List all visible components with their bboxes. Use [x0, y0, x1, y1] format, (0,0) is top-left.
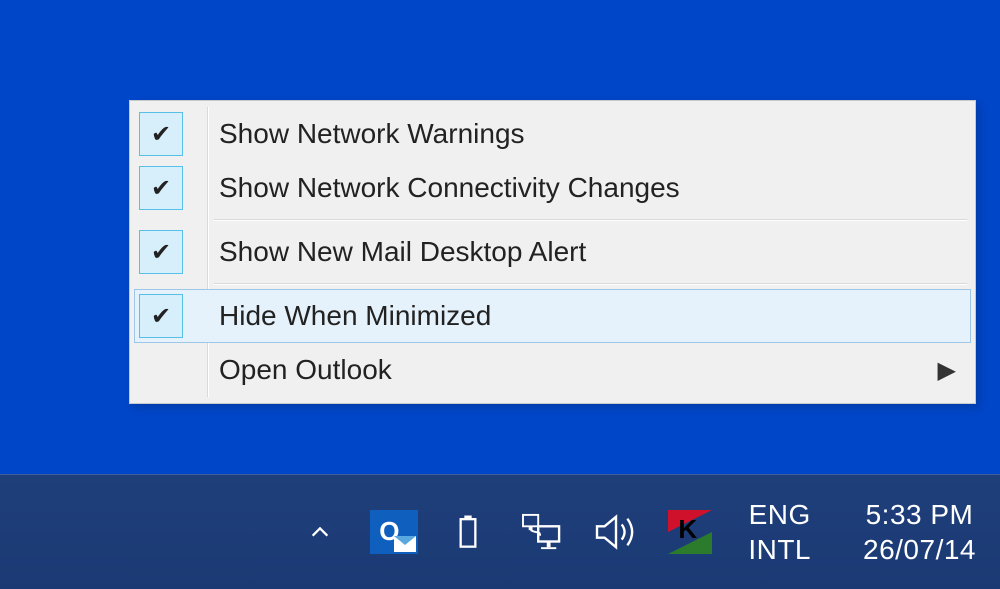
menu-item-show-network-connectivity-changes[interactable]: ✔ Show Network Connectivity Changes: [134, 161, 971, 215]
kaspersky-tray-icon[interactable]: K: [666, 508, 714, 556]
language-indicator[interactable]: ENG INTL: [748, 497, 811, 567]
network-tray-icon[interactable]: [518, 508, 566, 556]
menu-label: Open Outlook: [219, 354, 938, 386]
kaspersky-icon: K: [668, 510, 712, 554]
menu-separator: [214, 219, 967, 221]
tray-icons: O: [296, 508, 714, 556]
volume-icon: [593, 513, 639, 551]
volume-tray-icon[interactable]: [592, 508, 640, 556]
menu-label: Show Network Warnings: [219, 118, 970, 150]
network-icon: [519, 513, 565, 551]
clock-date: 26/07/14: [863, 532, 976, 567]
chevron-up-icon: [309, 521, 331, 543]
menu-label: Show New Mail Desktop Alert: [219, 236, 970, 268]
submenu-arrow-icon: ▶: [938, 356, 956, 385]
menu-item-hide-when-minimized[interactable]: ✔ Hide When Minimized: [134, 289, 971, 343]
check-icon: ✔: [139, 112, 183, 156]
system-tray: O: [296, 474, 980, 589]
outlook-tray-icon[interactable]: O: [370, 508, 418, 556]
menu-label: Hide When Minimized: [219, 300, 970, 332]
tray-text-area: ENG INTL 5:33 PM 26/07/14: [748, 497, 980, 567]
show-hidden-icons-button[interactable]: [296, 508, 344, 556]
check-icon: ✔: [139, 294, 183, 338]
menu-separator: [214, 283, 967, 285]
language-line2: INTL: [748, 532, 811, 567]
clock-time: 5:33 PM: [866, 497, 974, 532]
menu-label: Show Network Connectivity Changes: [219, 172, 970, 204]
check-icon: ✔: [139, 230, 183, 274]
menu-item-open-outlook[interactable]: Open Outlook ▶: [134, 343, 971, 397]
taskbar: O: [0, 474, 1000, 589]
outlook-tray-context-menu: ✔ Show Network Warnings ✔ Show Network C…: [129, 100, 976, 404]
desktop: ✔ Show Network Warnings ✔ Show Network C…: [0, 0, 1000, 589]
battery-icon: [457, 513, 479, 551]
check-icon: ✔: [139, 166, 183, 210]
menu-item-show-new-mail-desktop-alert[interactable]: ✔ Show New Mail Desktop Alert: [134, 225, 971, 279]
menu-item-show-network-warnings[interactable]: ✔ Show Network Warnings: [134, 107, 971, 161]
outlook-icon: O: [370, 510, 418, 554]
clock[interactable]: 5:33 PM 26/07/14: [863, 497, 976, 567]
language-line1: ENG: [749, 497, 811, 532]
battery-tray-icon[interactable]: [444, 508, 492, 556]
